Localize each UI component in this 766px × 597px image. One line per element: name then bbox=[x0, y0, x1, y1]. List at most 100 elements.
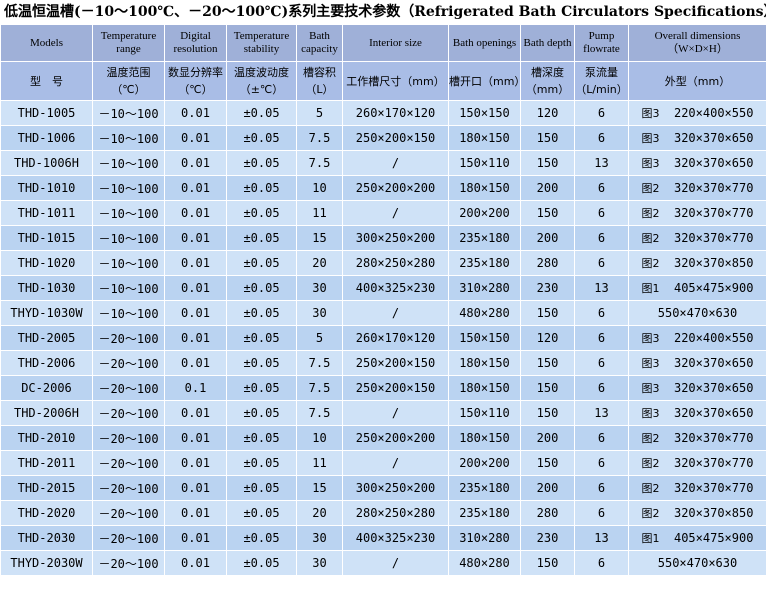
cell-stab: ±0.05 bbox=[226, 250, 297, 276]
spec-table: Models Temperature range Digital resolut… bbox=[0, 24, 766, 576]
cell-interior: / bbox=[342, 400, 449, 426]
figure-ref: 图3 bbox=[641, 407, 660, 420]
header-cell: 温度范围（℃） bbox=[92, 61, 165, 101]
cell-res: 0.01 bbox=[164, 550, 227, 576]
cell-range: －20～100 bbox=[92, 425, 165, 451]
cell-interior: / bbox=[342, 450, 449, 476]
cell-range: －20～100 bbox=[92, 350, 165, 376]
header-cell: Interior size bbox=[342, 24, 449, 62]
cell-res: 0.01 bbox=[164, 525, 227, 551]
cell-range: －10～100 bbox=[92, 250, 165, 276]
table-row: THYD-2030W －20～100 0.01 ±0.05 30/480×280 150 6… bbox=[0, 550, 766, 576]
dims-value: 320×370×650 bbox=[673, 381, 754, 395]
cell-opening: 150×110 bbox=[448, 150, 521, 176]
cell-opening: 180×150 bbox=[448, 175, 521, 201]
dims-value: 320×370×770 bbox=[673, 231, 754, 245]
cell-opening: 235×180 bbox=[448, 500, 521, 526]
cell-range: －10～100 bbox=[92, 175, 165, 201]
header-row-cn: 型 号 温度范围（℃） 数显分辨率（℃） 温度波动度（±℃） 槽容积（L） 工作… bbox=[0, 61, 766, 101]
table-row: THD-2011 －20～100 0.01 ±0.05 11/200×200 150 6 图2… bbox=[0, 450, 766, 476]
cell-opening: 480×280 bbox=[448, 550, 521, 576]
dims-value: 320×370×850 bbox=[673, 506, 754, 520]
cell-interior: / bbox=[342, 550, 449, 576]
cell-res: 0.01 bbox=[164, 425, 227, 451]
cell-interior: 250×200×150 bbox=[342, 350, 449, 376]
cell-dims: 图3 320×370×650 bbox=[628, 125, 766, 151]
cell-cap: 10 bbox=[296, 425, 343, 451]
cell-opening: 150×150 bbox=[448, 325, 521, 351]
cell-interior: 250×200×150 bbox=[342, 375, 449, 401]
cell-interior: 300×250×200 bbox=[342, 475, 449, 501]
cell-model: THD-1015 bbox=[0, 225, 93, 251]
cell-res: 0.01 bbox=[164, 175, 227, 201]
cell-model: THYD-2030W bbox=[0, 550, 93, 576]
cell-cap: 20 bbox=[296, 500, 343, 526]
dims-value: 405×475×900 bbox=[673, 281, 754, 295]
cell-dims: 图2 320×370×850 bbox=[628, 500, 766, 526]
table-row: THYD-1030W －10～100 0.01 ±0.05 30/480×280 150 6… bbox=[0, 300, 766, 326]
figure-ref: 图3 bbox=[641, 382, 660, 395]
cell-model: THD-2005 bbox=[0, 325, 93, 351]
cell-flow: 6 bbox=[574, 550, 629, 576]
cell-range: －10～100 bbox=[92, 100, 165, 126]
cell-depth: 200 bbox=[520, 225, 575, 251]
figure-ref: 图3 bbox=[641, 332, 660, 345]
header-cell: Digital resolution bbox=[164, 24, 227, 62]
cell-res: 0.01 bbox=[164, 400, 227, 426]
cell-model: THYD-1030W bbox=[0, 300, 93, 326]
table-row: THD-1006 －10～100 0.01 ±0.05 7.5 250×200×150 18… bbox=[0, 125, 766, 151]
cell-opening: 200×200 bbox=[448, 450, 521, 476]
cell-opening: 310×280 bbox=[448, 275, 521, 301]
cell-depth: 120 bbox=[520, 325, 575, 351]
dims-value: 220×400×550 bbox=[673, 331, 754, 345]
cell-cap: 7.5 bbox=[296, 375, 343, 401]
cell-dims: 图3 320×370×650 bbox=[628, 400, 766, 426]
header-cell: 工作槽尺寸（mm） bbox=[342, 61, 449, 101]
cell-cap: 5 bbox=[296, 325, 343, 351]
figure-ref: 图2 bbox=[641, 232, 660, 245]
cell-opening: 480×280 bbox=[448, 300, 521, 326]
header-cell: 温度波动度（±℃） bbox=[226, 61, 297, 101]
cell-stab: ±0.05 bbox=[226, 175, 297, 201]
cell-flow: 13 bbox=[574, 525, 629, 551]
dims-value: 320×370×770 bbox=[673, 206, 754, 220]
cell-opening: 310×280 bbox=[448, 525, 521, 551]
cell-range: －20～100 bbox=[92, 375, 165, 401]
cell-model: THD-1005 bbox=[0, 100, 93, 126]
cell-cap: 20 bbox=[296, 250, 343, 276]
cell-dims: 图3 320×370×650 bbox=[628, 150, 766, 176]
figure-ref: 图3 bbox=[641, 107, 660, 120]
cell-depth: 200 bbox=[520, 175, 575, 201]
cell-depth: 150 bbox=[520, 300, 575, 326]
cell-stab: ±0.05 bbox=[226, 475, 297, 501]
cell-cap: 7.5 bbox=[296, 400, 343, 426]
table-row: THD-1011 －10～100 0.01 ±0.05 11/200×200 150 6 图2… bbox=[0, 200, 766, 226]
cell-interior: / bbox=[342, 200, 449, 226]
cell-cap: 7.5 bbox=[296, 125, 343, 151]
figure-ref: 图2 bbox=[641, 507, 660, 520]
cell-res: 0.01 bbox=[164, 475, 227, 501]
figure-ref: 图1 bbox=[641, 532, 660, 545]
cell-range: －10～100 bbox=[92, 125, 165, 151]
cell-interior: / bbox=[342, 150, 449, 176]
cell-res: 0.01 bbox=[164, 500, 227, 526]
cell-model: THD-2006H bbox=[0, 400, 93, 426]
dims-value: 320×370×650 bbox=[673, 156, 754, 170]
cell-opening: 235×180 bbox=[448, 475, 521, 501]
cell-flow: 6 bbox=[574, 350, 629, 376]
header-cell: Pump flowrate bbox=[574, 24, 629, 62]
cell-interior: 260×170×120 bbox=[342, 100, 449, 126]
dims-value: 320×370×850 bbox=[673, 256, 754, 270]
figure-ref: 图3 bbox=[641, 132, 660, 145]
dims-value: 320×370×650 bbox=[673, 406, 754, 420]
header-cell: 槽容积（L） bbox=[296, 61, 343, 101]
cell-res: 0.01 bbox=[164, 325, 227, 351]
figure-ref: 图2 bbox=[641, 257, 660, 270]
cell-flow: 6 bbox=[574, 100, 629, 126]
cell-range: －10～100 bbox=[92, 225, 165, 251]
table-row: DC-2006 －20～100 0.1 ±0.05 7.5 250×200×150 180×… bbox=[0, 375, 766, 401]
cell-stab: ±0.05 bbox=[226, 300, 297, 326]
dims-value: 320×370×650 bbox=[673, 356, 754, 370]
cell-dims: 图2 320×370×770 bbox=[628, 225, 766, 251]
cell-interior: 400×325×230 bbox=[342, 275, 449, 301]
